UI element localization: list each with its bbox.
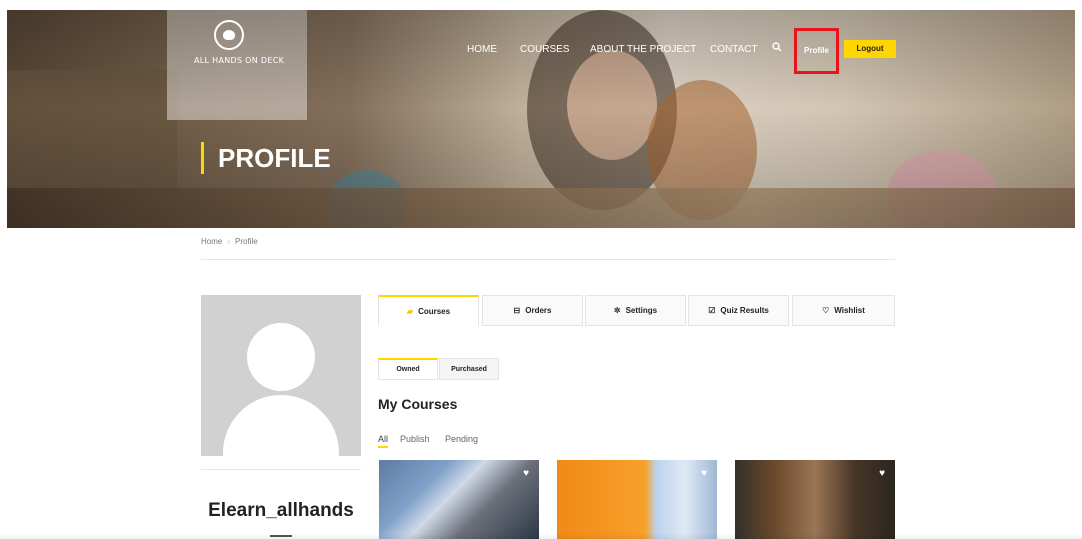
breadcrumb-divider	[201, 259, 895, 260]
course-card[interactable]: ♥	[735, 460, 895, 539]
heart-icon: ♡	[822, 306, 830, 315]
tab-settings-label: Settings	[625, 306, 658, 315]
section-title: My Courses	[378, 396, 458, 412]
avatar	[201, 295, 361, 456]
tab-settings[interactable]: ✲ Settings	[585, 295, 686, 326]
avatar-body-icon	[223, 395, 339, 456]
tab-courses-label: Courses	[418, 306, 451, 316]
tab-orders[interactable]: ⊟ Orders	[482, 295, 583, 326]
tab-orders-label: Orders	[525, 306, 552, 315]
avatar-head-icon	[247, 323, 315, 391]
breadcrumb-current: Profile	[235, 237, 258, 246]
tab-quiz-results[interactable]: ☑ Quiz Results	[688, 295, 789, 326]
filter-all[interactable]: All	[378, 434, 389, 448]
username: Elearn_allhands	[208, 500, 354, 521]
page-title: PROFILE	[201, 142, 331, 174]
heart-icon[interactable]: ♥	[879, 468, 885, 479]
subtab-owned[interactable]: Owned	[378, 358, 438, 380]
tab-courses[interactable]: ▰ Courses	[378, 295, 479, 326]
tab-wishlist-label: Wishlist	[834, 306, 865, 315]
cart-icon: ⊟	[513, 306, 521, 315]
subtab-purchased[interactable]: Purchased	[439, 358, 499, 380]
tab-wishlist[interactable]: ♡ Wishlist	[792, 295, 895, 326]
sidebar-divider	[201, 469, 361, 470]
nav-home[interactable]: HOME	[467, 44, 497, 55]
search-icon[interactable]	[772, 42, 782, 52]
logout-button[interactable]: Logout	[844, 40, 896, 58]
pumpkin-logo-icon	[214, 20, 244, 50]
heart-icon[interactable]: ♥	[701, 468, 707, 479]
site-logo-text: ALL HANDS ON DECK	[194, 56, 285, 65]
breadcrumb-separator: ›	[227, 237, 231, 246]
gear-icon: ✲	[613, 306, 621, 315]
tab-quiz-results-label: Quiz Results	[720, 306, 769, 315]
checkbox-icon: ☑	[708, 306, 716, 315]
heart-icon[interactable]: ♥	[523, 468, 529, 479]
filter-publish[interactable]: Publish	[400, 434, 430, 444]
filter-pending[interactable]: Pending	[445, 434, 478, 444]
book-icon: ▰	[406, 306, 414, 316]
course-card[interactable]: ♥	[379, 460, 539, 539]
nav-courses[interactable]: COURSES	[520, 44, 569, 55]
profile-tabs: ▰ Courses ⊟ Orders ✲ Settings ☑ Quiz Res…	[378, 295, 895, 326]
course-card[interactable]: ♥	[557, 460, 717, 539]
site-logo[interactable]: ALL HANDS ON DECK	[194, 20, 285, 65]
breadcrumb-home[interactable]: Home	[201, 237, 222, 246]
hero-banner	[7, 10, 1075, 228]
breadcrumb: Home › Profile	[201, 237, 258, 246]
nav-about[interactable]: ABOUT THE PROJECT	[590, 44, 696, 55]
nav-contact[interactable]: CONTACT	[710, 44, 758, 55]
profile-link[interactable]: Profile	[794, 28, 839, 74]
